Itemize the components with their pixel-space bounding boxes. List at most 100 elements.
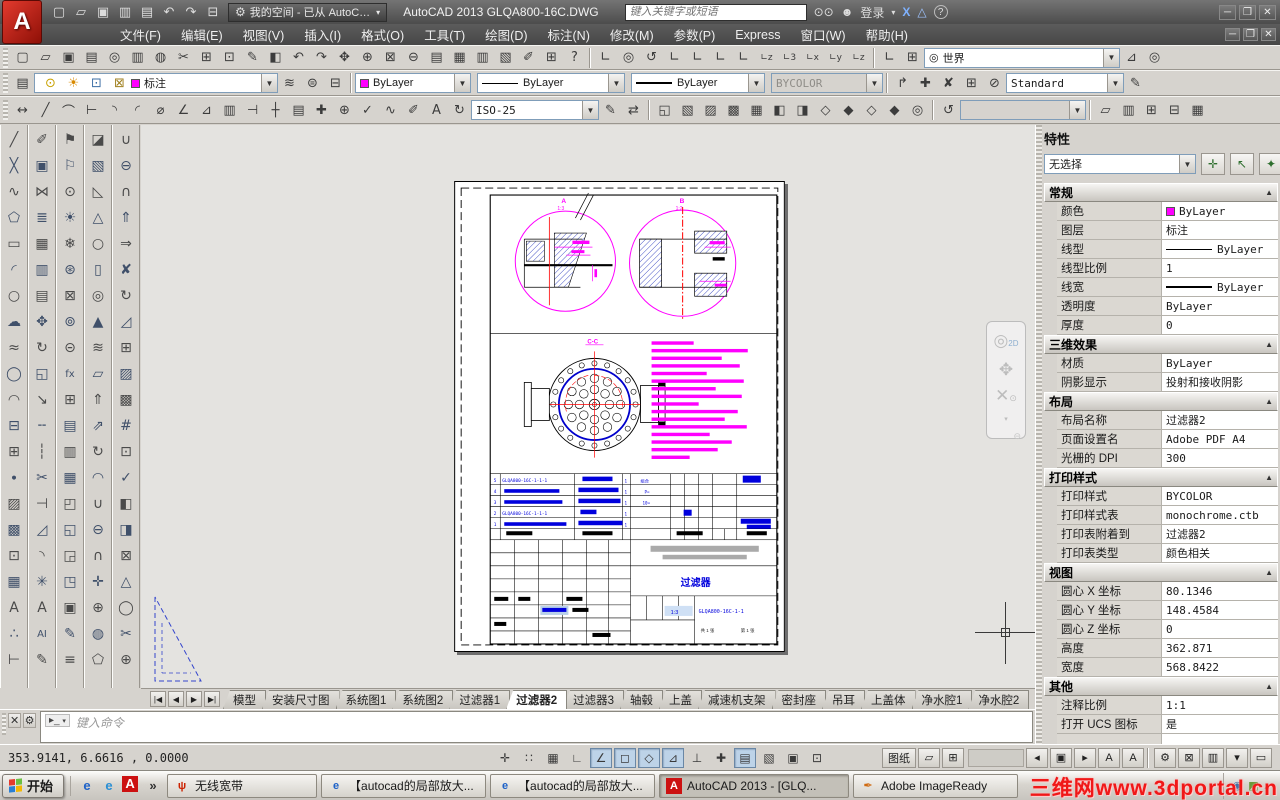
menu-标注(N)[interactable]: 标注(N) bbox=[538, 24, 600, 45]
quick-calc-icon[interactable]: ⊞ bbox=[540, 47, 563, 68]
pyramid-icon[interactable]: ▲ bbox=[86, 309, 111, 335]
dim-linear-icon[interactable]: ↔ bbox=[11, 100, 34, 121]
field-expression-icon[interactable]: fx bbox=[58, 361, 83, 387]
center-mark-icon[interactable]: ⊕ bbox=[333, 100, 356, 121]
redo-icon[interactable]: ↷ bbox=[180, 2, 202, 22]
combo-arrow-icon[interactable]: ▼ bbox=[608, 74, 624, 92]
copy-faces-icon[interactable]: ⊞ bbox=[114, 335, 139, 361]
mirror-icon[interactable]: ⋈ bbox=[30, 179, 55, 205]
property-value[interactable]: 0 bbox=[1162, 620, 1278, 638]
close-button[interactable]: ✕ bbox=[1259, 4, 1276, 20]
plot-icon[interactable]: ▤ bbox=[80, 47, 103, 68]
3d-align-icon[interactable]: ⬠ bbox=[86, 647, 111, 673]
save-icon[interactable]: ▣ bbox=[57, 47, 80, 68]
move-faces-icon[interactable]: ⇒ bbox=[114, 231, 139, 257]
dim-arc-length-icon[interactable]: ⌒ bbox=[57, 100, 80, 121]
hatch-icon[interactable]: ▨ bbox=[2, 491, 27, 517]
camera-icon[interactable]: ◎ bbox=[906, 100, 929, 121]
layer-isolate-icon[interactable]: ⊙ bbox=[58, 179, 83, 205]
layout-tab-上盖[interactable]: 上盖 bbox=[659, 690, 703, 709]
dynamic-ucs-toggle[interactable]: ⊥ bbox=[686, 748, 708, 768]
ucs-previous-icon[interactable]: ↺ bbox=[640, 47, 663, 68]
imageready-window-taskbutton[interactable]: ✒ Adobe ImageReady bbox=[853, 773, 1019, 798]
wireless-broadband-taskbutton[interactable]: ψ 无线宽带 bbox=[167, 773, 318, 798]
dim-jog-line-icon[interactable]: ∿ bbox=[379, 100, 402, 121]
array-rect-icon[interactable]: ▦ bbox=[30, 231, 55, 257]
insert-block-icon[interactable]: ⊟ bbox=[2, 413, 27, 439]
property-value[interactable]: 80.1346 bbox=[1162, 582, 1278, 600]
table-icon[interactable]: ▦ bbox=[2, 569, 27, 595]
circle-icon[interactable]: ○ bbox=[2, 283, 27, 309]
loft-icon[interactable]: ◠ bbox=[86, 465, 111, 491]
layer-vp-freeze-icon[interactable]: ⊡ bbox=[85, 74, 108, 92]
publish-icon[interactable]: ▥ bbox=[126, 47, 149, 68]
print-icon[interactable]: ⊟ bbox=[202, 2, 224, 22]
dim-continue-icon[interactable]: ⊣ bbox=[241, 100, 264, 121]
property-value[interactable]: ByLayer bbox=[1162, 278, 1278, 296]
overflow-chevron-icon[interactable]: » bbox=[143, 776, 163, 796]
open-icon[interactable]: ▱ bbox=[34, 47, 57, 68]
view-back-icon[interactable]: ◨ bbox=[791, 100, 814, 121]
dim-diameter-icon[interactable]: ⌀ bbox=[149, 100, 172, 121]
layer-unlock-icon[interactable]: ⊚ bbox=[58, 309, 83, 335]
dim-style-dialog-icon[interactable]: ✎ bbox=[599, 100, 622, 121]
paste-icon[interactable]: ⊡ bbox=[218, 47, 241, 68]
minimize-button[interactable]: ─ bbox=[1219, 4, 1236, 20]
named-views-icon[interactable]: ◱ bbox=[653, 100, 676, 121]
new-icon[interactable]: ▢ bbox=[11, 47, 34, 68]
section-header-布局[interactable]: 布局 ▲ bbox=[1044, 392, 1278, 411]
layout-tab-系统图2[interactable]: 系统图2 bbox=[392, 690, 454, 709]
layout-tab-模型[interactable]: 模型 bbox=[223, 690, 266, 709]
dim-associate-icon[interactable]: ⇄ bbox=[622, 100, 645, 121]
workspace-switcher[interactable]: ⚙ 我的空间 - 已从 AutoC… ▾ bbox=[228, 2, 388, 22]
property-value[interactable]: 过滤器2 bbox=[1162, 525, 1278, 543]
property-value[interactable]: ByLayer bbox=[1162, 297, 1278, 315]
erase-icon[interactable]: ✐ bbox=[30, 127, 55, 153]
collapse-icon[interactable]: ▲ bbox=[1265, 188, 1273, 197]
view-ne-iso-icon[interactable]: ◇ bbox=[860, 100, 883, 121]
pan-hand-icon[interactable]: ✥ bbox=[999, 357, 1013, 383]
list-icon[interactable]: ≡ bbox=[58, 647, 83, 673]
view-left-icon[interactable]: ▩ bbox=[722, 100, 745, 121]
menu-文件(F)[interactable]: 文件(F) bbox=[110, 24, 171, 45]
tool-palettes-icon[interactable]: ▥ bbox=[471, 47, 494, 68]
search-input[interactable] bbox=[624, 3, 807, 21]
layout-tab-系统图1[interactable]: 系统图1 bbox=[335, 690, 397, 709]
property-value[interactable]: ByLayer bbox=[1162, 240, 1278, 258]
match-properties-icon[interactable]: ✎ bbox=[241, 47, 264, 68]
autocad-quicklaunch-icon[interactable]: A bbox=[122, 775, 139, 792]
sphere-icon[interactable]: ○ bbox=[86, 231, 111, 257]
command-close-icon[interactable]: ✕ bbox=[8, 713, 22, 728]
navigation-bar[interactable]: ◎2D ✥ ✕⊙ ▾ ⊖ bbox=[986, 321, 1026, 441]
quick-view-drawings-icon[interactable]: ⊞ bbox=[942, 747, 964, 768]
separate-icon[interactable]: ◨ bbox=[114, 517, 139, 543]
ucs-x-icon[interactable]: ∟x bbox=[801, 47, 824, 68]
color-faces-icon[interactable]: ▨ bbox=[114, 361, 139, 387]
fillet-edge-icon[interactable]: △ bbox=[114, 569, 139, 595]
layer-lock-icon[interactable]: ⊠ bbox=[108, 74, 131, 92]
layout-tab-净水腔2[interactable]: 净水腔2 bbox=[968, 690, 1030, 709]
quick-properties-toggle[interactable]: ▣ bbox=[782, 748, 804, 768]
property-value[interactable]: 300 bbox=[1162, 449, 1278, 467]
polyline-icon[interactable]: ∿ bbox=[2, 179, 27, 205]
ie-window-1-taskbutton[interactable]: e 【autocad的局部放大... bbox=[321, 773, 487, 798]
paper-model-toggle[interactable]: 图纸 bbox=[882, 747, 916, 768]
autocad-window-taskbutton[interactable]: A AutoCAD 2013 - [GLQ... bbox=[659, 773, 850, 798]
plot-preview-icon[interactable]: ◎ bbox=[103, 47, 126, 68]
layer-on-bulb-icon[interactable]: ⊙ bbox=[39, 74, 62, 92]
dim-baseline-icon[interactable]: ▥ bbox=[218, 100, 241, 121]
save-as-icon[interactable]: ▥ bbox=[114, 2, 136, 22]
toolbar-grip[interactable] bbox=[3, 73, 8, 93]
view-front-icon[interactable]: ◧ bbox=[768, 100, 791, 121]
dim-text-edit-icon[interactable]: A bbox=[425, 100, 448, 121]
3d-rotate-icon[interactable]: ⊕ bbox=[86, 595, 111, 621]
restore-button[interactable]: ❐ bbox=[1239, 4, 1256, 20]
dim-update-icon[interactable]: ↻ bbox=[448, 100, 471, 121]
toolbar-lock-icon[interactable]: ⊠ bbox=[1178, 747, 1200, 768]
signin-caret-icon[interactable]: ▾ bbox=[891, 8, 895, 17]
viewports-dialog-icon[interactable]: ⊟ bbox=[1163, 100, 1186, 121]
property-value[interactable]: 是 bbox=[1162, 715, 1278, 733]
ucs-z-icon[interactable]: ∟z bbox=[847, 47, 870, 68]
layer-combo[interactable]: ⊙ ☀ ⊡ ⊠ 标注 ▼ bbox=[34, 73, 278, 93]
rotate-icon[interactable]: ↻ bbox=[30, 335, 55, 361]
